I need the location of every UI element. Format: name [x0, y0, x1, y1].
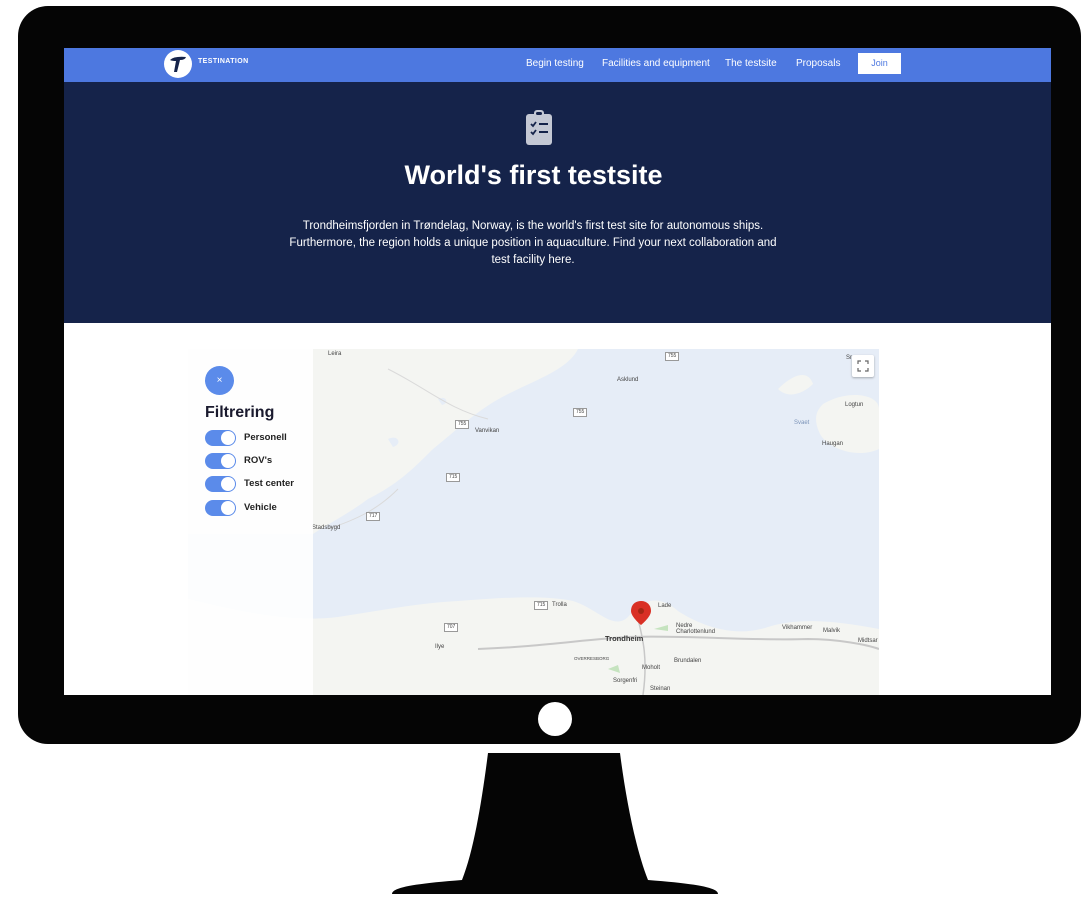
map-label: Nedre Charlottenlund [676, 623, 716, 635]
map-label: Asklund [617, 377, 639, 383]
close-filter-button[interactable]: × [205, 366, 234, 395]
power-button[interactable] [538, 702, 572, 736]
map-label-city: Trondheim [605, 634, 644, 643]
filter-label: Vehicle [244, 502, 277, 513]
hero-section: World's first testsite Trondheimsfjorden… [64, 82, 1051, 323]
nav-link-facilities[interactable]: Facilities and equipment [602, 58, 710, 69]
road-number: 715 [446, 473, 461, 482]
logo-icon[interactable] [164, 50, 192, 78]
road-number: 707 [444, 623, 459, 632]
nav-link-testsite[interactable]: The testsite [725, 58, 777, 69]
nav-link-proposals[interactable]: Proposals [796, 58, 840, 69]
map-label: OVERRESBORG [574, 656, 610, 661]
map-label: Vikhammer [782, 625, 813, 631]
map-label: Midtsar [858, 638, 878, 644]
map-label: Haugan [822, 441, 844, 447]
logo-text[interactable]: TESTINATION [198, 58, 249, 65]
browser-screen: TESTINATION Begin testing Facilities and… [64, 48, 1051, 695]
toggle-knob [221, 454, 235, 468]
toggle-knob [221, 501, 235, 515]
page-title: World's first testsite [404, 160, 663, 190]
fullscreen-button[interactable] [852, 355, 874, 377]
road-number: 755 [573, 408, 588, 417]
map-label: Ilye [435, 644, 445, 650]
road-number: 717 [366, 512, 381, 521]
filter-panel: × Filtrering Personell ROV's Test center… [188, 349, 313, 695]
toggle-switch[interactable] [205, 500, 236, 516]
filter-label: Test center [244, 478, 294, 489]
map-label: Logtun [845, 402, 864, 408]
map-label: Brundalen [674, 658, 702, 664]
map-label: Moholt [642, 665, 661, 671]
map-label: Sorgenfri [613, 678, 638, 684]
filter-label: ROV's [244, 455, 273, 466]
toggle-switch[interactable] [205, 476, 236, 492]
map-widget[interactable]: Leira Asklund Vanvikan Logtun Svaet Haug… [188, 349, 879, 695]
toggle-knob [221, 431, 235, 445]
road-number: 755 [455, 420, 470, 429]
clipboard-check-icon [526, 110, 552, 145]
map-label: Lade [658, 603, 672, 609]
fullscreen-icon [857, 360, 869, 372]
join-button[interactable]: Join [858, 53, 901, 74]
map-label: Vanvikan [475, 428, 500, 434]
nav-link-begin-testing[interactable]: Begin testing [526, 58, 584, 69]
road-number: 755 [665, 352, 680, 361]
hero-description: Trondheimsfjorden in Trøndelag, Norway, … [289, 220, 777, 266]
filter-label: Personell [244, 432, 287, 443]
top-navbar: TESTINATION Begin testing Facilities and… [64, 48, 1051, 82]
map-label: Trolla [552, 602, 567, 608]
toggle-switch[interactable] [205, 430, 236, 446]
toggle-switch[interactable] [205, 453, 236, 469]
map-label: Stadsbygd [312, 525, 341, 531]
map-label: Leira [328, 351, 342, 357]
map-label: Svaet [794, 420, 810, 426]
toggle-knob [221, 477, 235, 491]
map-label: Steinan [650, 686, 671, 692]
map-label: Malvik [823, 628, 841, 634]
road-number: 715 [534, 601, 549, 610]
filter-title: Filtrering [205, 404, 275, 421]
